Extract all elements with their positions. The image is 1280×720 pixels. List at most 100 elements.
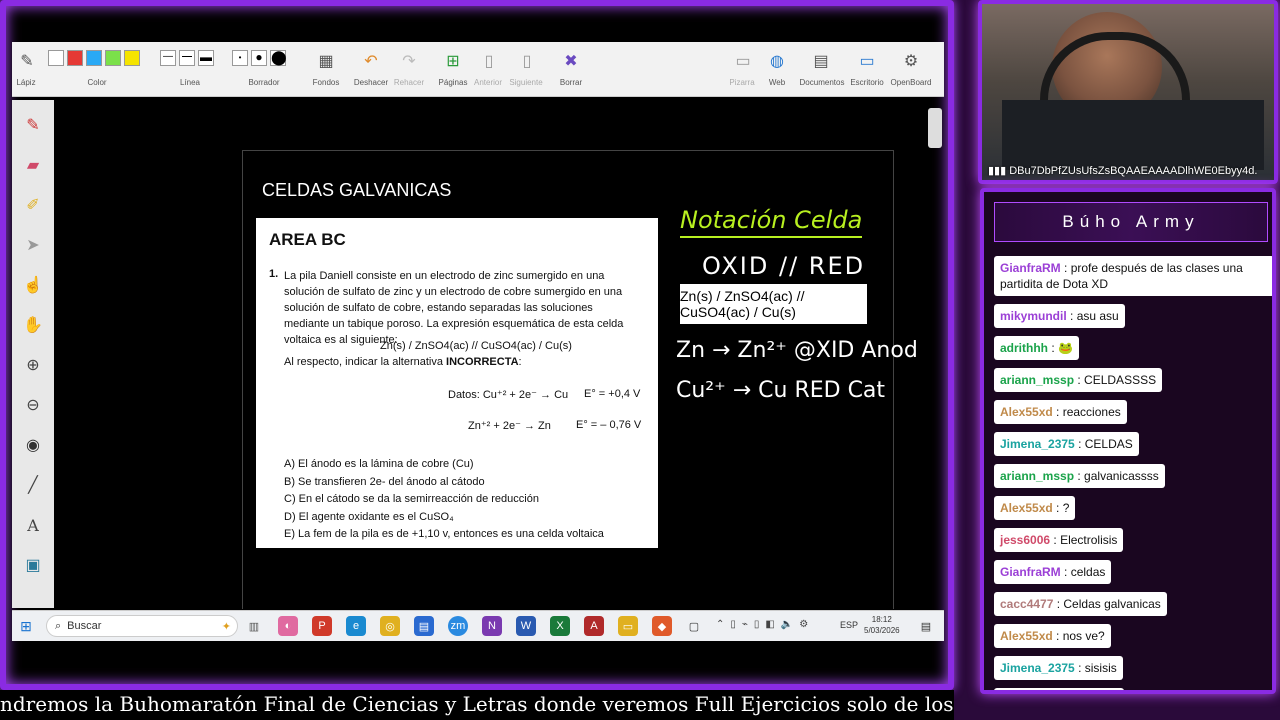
potential-zn: E° = – 0,76 V — [576, 419, 642, 431]
openboard-taskbar-icon[interactable]: ▢ — [684, 616, 704, 636]
thick-line-button[interactable]: ▬ — [198, 50, 214, 66]
chat-username[interactable]: cacc4477 — [1000, 597, 1053, 611]
backgrounds-icon[interactable]: ▦ — [313, 48, 339, 74]
clear-icon[interactable]: ✖ — [558, 48, 584, 74]
toolbar-label-color: Color — [87, 78, 107, 87]
taskbar-clock[interactable]: 18:12 5/03/2026 — [864, 614, 900, 636]
text-tool-icon[interactable]: A — [18, 510, 48, 540]
previous-page-icon[interactable]: ▯ — [476, 48, 502, 74]
toolbar-label-anterior: Anterior — [473, 78, 502, 87]
access-icon[interactable]: A — [584, 616, 604, 636]
zoom-app-icon[interactable]: zm — [448, 616, 468, 636]
eraser-small-button[interactable]: • — [232, 50, 248, 66]
chat-username[interactable]: GianfraRM — [1000, 565, 1061, 579]
edge-browser-icon[interactable]: e — [346, 616, 366, 636]
notifications-icon[interactable]: ▤ — [916, 616, 936, 636]
laser-pointer-icon[interactable]: ◉ — [18, 430, 48, 460]
chat-username[interactable]: GianfraRM — [1000, 261, 1061, 275]
chat-panel: Búho Army GianfraRM : profe después de l… — [980, 188, 1276, 694]
chat-username[interactable]: Jimena_2375 — [1000, 693, 1075, 694]
chat-username[interactable]: jess6006 — [1000, 533, 1050, 547]
color-swatch[interactable] — [48, 50, 64, 66]
taskbar-search[interactable]: ⌕ Buscar ✦ — [46, 615, 238, 637]
toolbar-label-linea: Línea — [179, 78, 201, 87]
store-icon[interactable]: ▤ — [414, 616, 434, 636]
redo-icon[interactable]: ↷ — [396, 48, 422, 74]
pencil-icon[interactable]: ✎ — [14, 48, 40, 74]
chat-bubble: ariann_mssp : CELDASSSS — [994, 368, 1163, 392]
chat-username[interactable]: ariann_mssp — [1000, 373, 1074, 387]
chat-username[interactable]: Alex55xd — [1000, 629, 1053, 643]
eraser-large-button[interactable]: ⬤ — [270, 50, 287, 66]
system-tray-icons[interactable]: ⌃▯⌁▯◧🔈⚙ — [716, 619, 814, 630]
color-swatch[interactable] — [105, 50, 121, 66]
next-page-icon[interactable]: ▯ — [514, 48, 540, 74]
cam-label: ▮▮▮ DBu7DbPfZUsUfsZsBQAAEAAAADlhWE0Ebyy4… — [988, 164, 1257, 177]
toolbar-label-fondos: Fondos — [312, 78, 340, 87]
desktop-icon[interactable]: ▭ — [854, 48, 880, 74]
chat-username[interactable]: Jimena_2375 — [1000, 661, 1075, 675]
windows-start-icon[interactable]: ⊞ — [16, 616, 36, 636]
chat-username[interactable]: adrithhh — [1000, 341, 1048, 355]
task-view-icon[interactable]: ▥ — [244, 616, 264, 636]
color-swatch[interactable] — [67, 50, 83, 66]
whiteboard-icon[interactable]: ▭ — [730, 48, 756, 74]
undo-icon[interactable]: ↶ — [358, 48, 384, 74]
pointer-tool-icon[interactable]: ➤ — [18, 230, 48, 260]
chat-username[interactable]: Alex55xd — [1000, 405, 1053, 419]
language-indicator[interactable]: ESP — [840, 620, 858, 630]
capture-tool-icon[interactable]: ▣ — [18, 550, 48, 580]
openboard-settings-icon[interactable]: ⚙ — [898, 48, 924, 74]
openboard-toolbar: ✎ Lápiz Color — — ▬ Línea • ● ⬤ Borrador… — [12, 42, 944, 97]
chat-text: : Electrolisis — [1050, 533, 1118, 547]
question-number: 1. — [269, 268, 279, 280]
file-explorer-icon[interactable]: ▭ — [618, 616, 638, 636]
word-icon[interactable]: W — [516, 616, 536, 636]
side-panel-toggle[interactable] — [928, 108, 942, 148]
chat-bubble: Jimena_2375 : sisisis — [994, 656, 1123, 680]
recorder-app-icon[interactable]: ◆ — [652, 616, 672, 636]
highlighter-tool-icon[interactable]: ✐ — [18, 190, 48, 220]
documents-folder-icon[interactable]: ▤ — [808, 48, 834, 74]
chat-message: Alex55xd : nos ve? — [994, 624, 1272, 656]
copilot-icon[interactable]: ◐ — [278, 616, 298, 636]
medium-line-button[interactable]: — — [179, 50, 195, 66]
chat-username[interactable]: ariann_mssp — [1000, 469, 1074, 483]
toolbar-label-paginas: Páginas — [438, 78, 468, 87]
chat-username[interactable]: mikymundil — [1000, 309, 1067, 323]
pen-tool-icon[interactable]: ✎ — [18, 110, 48, 140]
cam-label-text: DBu7DbPfZUsUfsZsBQAAEAAAADlhWE0Ebyy4d. — [1009, 165, 1258, 177]
handwritten-anode-line: Zn → Zn²⁺ @XID Anod — [676, 338, 918, 363]
chat-text: : asu asu — [1066, 309, 1119, 323]
eraser-tool-icon[interactable]: ▰ — [18, 150, 48, 180]
chat-message: mikymundil : asu asu — [994, 304, 1272, 336]
onenote-icon[interactable]: N — [482, 616, 502, 636]
line-tool-icon[interactable]: ╱ — [18, 470, 48, 500]
interact-hand-icon[interactable]: ☝ — [18, 270, 48, 300]
option-d: D) El agente oxidante es el CuSO₄ — [284, 510, 454, 523]
tool-palette: ✎ ▰ ✐ ➤ ☝ ✋ ⊕ ⊖ ◉ ╱ A ▣ — [12, 100, 55, 608]
chat-bubble: adrithhh : 🐸 — [994, 336, 1079, 360]
chat-bubble: Alex55xd : nos ve? — [994, 624, 1111, 648]
color-swatch[interactable] — [124, 50, 140, 66]
color-swatch[interactable] — [86, 50, 102, 66]
chat-username[interactable]: Alex55xd — [1000, 501, 1053, 515]
zoom-in-icon[interactable]: ⊕ — [18, 350, 48, 380]
zoom-out-icon[interactable]: ⊖ — [18, 390, 48, 420]
eraser-medium-button[interactable]: ● — [251, 50, 267, 66]
chat-message: cacc4477 : Celdas galvanicas — [994, 592, 1272, 624]
chrome-browser-icon[interactable]: ◎ — [380, 616, 400, 636]
pages-icon[interactable]: ⊞ — [440, 48, 466, 74]
thin-line-button[interactable]: — — [160, 50, 176, 66]
excel-icon[interactable]: X — [550, 616, 570, 636]
option-a: A) El ánodo es la lámina de cobre (Cu) — [284, 458, 474, 470]
chat-text: : ? — [1052, 501, 1070, 515]
data-reaction-zn: Zn⁺² + 2e⁻ → Zn — [468, 420, 551, 432]
pan-hand-icon[interactable]: ✋ — [18, 310, 48, 340]
web-globe-icon[interactable]: ◍ — [764, 48, 790, 74]
chat-username[interactable]: Jimena_2375 — [1000, 437, 1075, 451]
chat-message: GianfraRM : profe después de las clases … — [994, 256, 1272, 304]
webcam-overlay: ▮▮▮ DBu7DbPfZUsUfsZsBQAAEAAAADlhWE0Ebyy4… — [978, 0, 1278, 184]
windows-taskbar: ⊞ ⌕ Buscar ✦ ▥ ◐ P e ◎ ▤ zm N W X A ▭ ◆ ▢ … — [12, 610, 944, 641]
pdf-app-icon[interactable]: P — [312, 616, 332, 636]
